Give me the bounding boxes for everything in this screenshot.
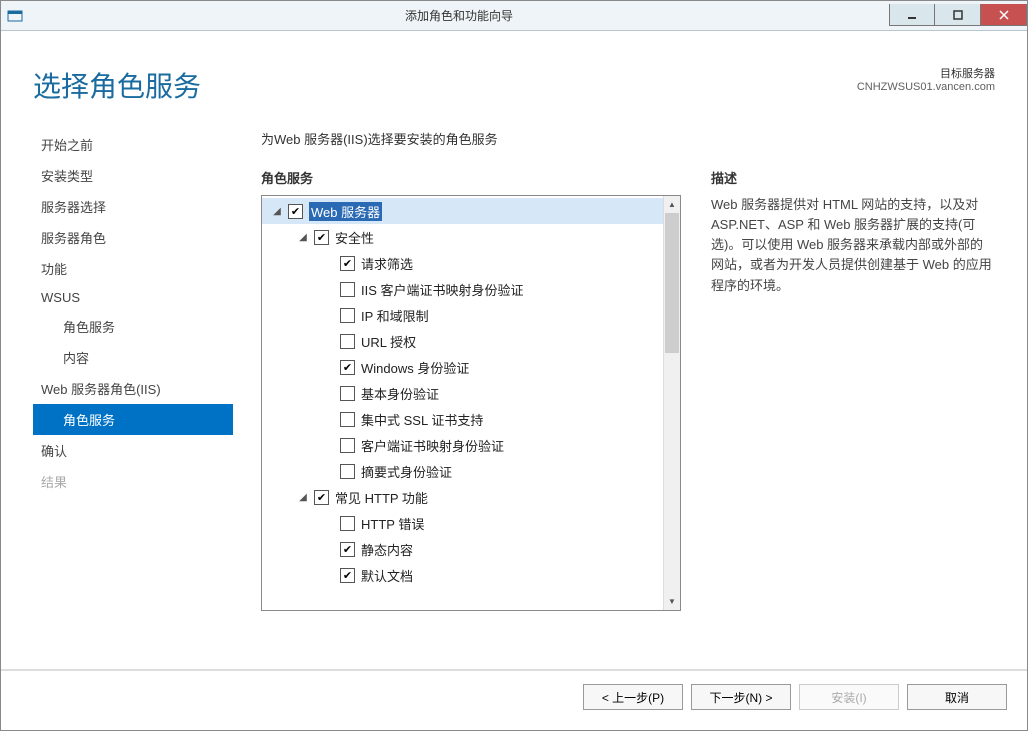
tree-item-label: Windows 身份验证 bbox=[361, 358, 469, 377]
tree-row[interactable]: 摘要式身份验证 bbox=[262, 458, 663, 484]
tree-row[interactable]: URL 授权 bbox=[262, 328, 663, 354]
titlebar: 添加角色和功能向导 bbox=[1, 1, 1027, 31]
tree-item-label: 摘要式身份验证 bbox=[361, 462, 452, 481]
expander-icon[interactable]: ◢ bbox=[296, 492, 310, 503]
checkbox[interactable] bbox=[340, 542, 355, 557]
wizard-header: 选择角色服务 目标服务器 CNHZWSUS01.vancen.com bbox=[9, 45, 1019, 105]
checkbox[interactable] bbox=[340, 386, 355, 401]
checkbox[interactable] bbox=[340, 256, 355, 271]
roles-label: 角色服务 bbox=[261, 168, 681, 187]
tree-item-label: HTTP 错误 bbox=[361, 514, 424, 533]
sidebar-step[interactable]: 角色服务 bbox=[33, 311, 233, 342]
tree-row[interactable]: 客户端证书映射身份验证 bbox=[262, 432, 663, 458]
scroll-thumb[interactable] bbox=[665, 213, 679, 353]
tree-item-label: 默认文档 bbox=[361, 566, 413, 585]
install-button: 安装(I) bbox=[799, 684, 899, 710]
tree-item-label: 集中式 SSL 证书支持 bbox=[361, 410, 483, 429]
tree-row[interactable]: 基本身份验证 bbox=[262, 380, 663, 406]
description-label: 描述 bbox=[711, 168, 995, 187]
close-button[interactable] bbox=[981, 4, 1027, 26]
wizard-footer: < 上一步(P) 下一步(N) > 安装(I) 取消 bbox=[1, 669, 1027, 723]
sidebar-step[interactable]: 开始之前 bbox=[33, 129, 233, 160]
tree-row[interactable]: 请求筛选 bbox=[262, 250, 663, 276]
checkbox[interactable] bbox=[314, 490, 329, 505]
tree-row[interactable]: IP 和域限制 bbox=[262, 302, 663, 328]
tree-item-label: 安全性 bbox=[335, 228, 374, 247]
tree-item-label: 静态内容 bbox=[361, 540, 413, 559]
vertical-scrollbar[interactable]: ▲ ▼ bbox=[663, 196, 680, 610]
tree-row[interactable]: ◢ Web 服务器 bbox=[262, 198, 663, 224]
tree-item-label: 基本身份验证 bbox=[361, 384, 439, 403]
sidebar-step[interactable]: 服务器角色 bbox=[33, 222, 233, 253]
sidebar-step[interactable]: Web 服务器角色(IIS) bbox=[33, 373, 233, 404]
expander-icon[interactable]: ◢ bbox=[296, 232, 310, 243]
tree-row[interactable]: HTTP 错误 bbox=[262, 510, 663, 536]
window-title: 添加角色和功能向导 bbox=[29, 7, 889, 24]
tree-item-label: IIS 客户端证书映射身份验证 bbox=[361, 280, 524, 299]
tree-row[interactable]: 集中式 SSL 证书支持 bbox=[262, 406, 663, 432]
tree-row[interactable]: 静态内容 bbox=[262, 536, 663, 562]
tree-item-label: Web 服务器 bbox=[309, 202, 382, 221]
sidebar-step[interactable]: 确认 bbox=[33, 435, 233, 466]
checkbox[interactable] bbox=[340, 516, 355, 531]
tree-row[interactable]: ◢ 常见 HTTP 功能 bbox=[262, 484, 663, 510]
sidebar-step[interactable]: 功能 bbox=[33, 253, 233, 284]
tree-item-label: 常见 HTTP 功能 bbox=[335, 488, 428, 507]
checkbox[interactable] bbox=[340, 464, 355, 479]
sidebar-step: 结果 bbox=[33, 466, 233, 497]
role-services-tree: ◢ Web 服务器 ◢ 安全性请求筛选 IIS 客户端证书映射身份验证 IP 和域限制 UR… bbox=[261, 195, 681, 611]
checkbox[interactable] bbox=[340, 334, 355, 349]
window-controls bbox=[889, 5, 1027, 26]
checkbox[interactable] bbox=[288, 204, 303, 219]
tree-row[interactable]: IIS 客户端证书映射身份验证 bbox=[262, 276, 663, 302]
checkbox[interactable] bbox=[340, 308, 355, 323]
tree-item-label: URL 授权 bbox=[361, 332, 416, 351]
instruction-text: 为Web 服务器(IIS)选择要安装的角色服务 bbox=[261, 129, 995, 148]
checkbox[interactable] bbox=[340, 412, 355, 427]
next-button[interactable]: 下一步(N) > bbox=[691, 684, 791, 710]
sidebar-step[interactable]: 内容 bbox=[33, 342, 233, 373]
tree-item-label: 客户端证书映射身份验证 bbox=[361, 436, 504, 455]
app-icon bbox=[1, 8, 29, 24]
step-sidebar: 开始之前安装类型服务器选择服务器角色功能WSUS角色服务内容Web 服务器角色(… bbox=[33, 129, 233, 611]
sidebar-step[interactable]: 安装类型 bbox=[33, 160, 233, 191]
sidebar-step[interactable]: 角色服务 bbox=[33, 404, 233, 435]
target-server-info: 目标服务器 CNHZWSUS01.vancen.com bbox=[857, 65, 995, 93]
previous-button[interactable]: < 上一步(P) bbox=[583, 684, 683, 710]
maximize-button[interactable] bbox=[935, 4, 981, 26]
tree-item-label: IP 和域限制 bbox=[361, 306, 429, 325]
target-server: CNHZWSUS01.vancen.com bbox=[857, 81, 995, 93]
scroll-up-button[interactable]: ▲ bbox=[664, 196, 680, 213]
checkbox[interactable] bbox=[314, 230, 329, 245]
expander-icon[interactable]: ◢ bbox=[270, 206, 284, 217]
checkbox[interactable] bbox=[340, 438, 355, 453]
sidebar-step[interactable]: 服务器选择 bbox=[33, 191, 233, 222]
checkbox[interactable] bbox=[340, 282, 355, 297]
checkbox[interactable] bbox=[340, 568, 355, 583]
tree-row[interactable]: 默认文档 bbox=[262, 562, 663, 588]
tree-item-label: 请求筛选 bbox=[361, 254, 413, 273]
page-title: 选择角色服务 bbox=[33, 65, 857, 105]
description-text: Web 服务器提供对 HTML 网站的支持，以及对 ASP.NET、ASP 和 … bbox=[711, 195, 995, 296]
sidebar-step[interactable]: WSUS bbox=[33, 284, 233, 311]
scroll-down-button[interactable]: ▼ bbox=[664, 593, 680, 610]
minimize-button[interactable] bbox=[889, 4, 935, 26]
tree-row[interactable]: Windows 身份验证 bbox=[262, 354, 663, 380]
cancel-button[interactable]: 取消 bbox=[907, 684, 1007, 710]
tree-row[interactable]: ◢ 安全性 bbox=[262, 224, 663, 250]
checkbox[interactable] bbox=[340, 360, 355, 375]
target-label: 目标服务器 bbox=[857, 65, 995, 81]
